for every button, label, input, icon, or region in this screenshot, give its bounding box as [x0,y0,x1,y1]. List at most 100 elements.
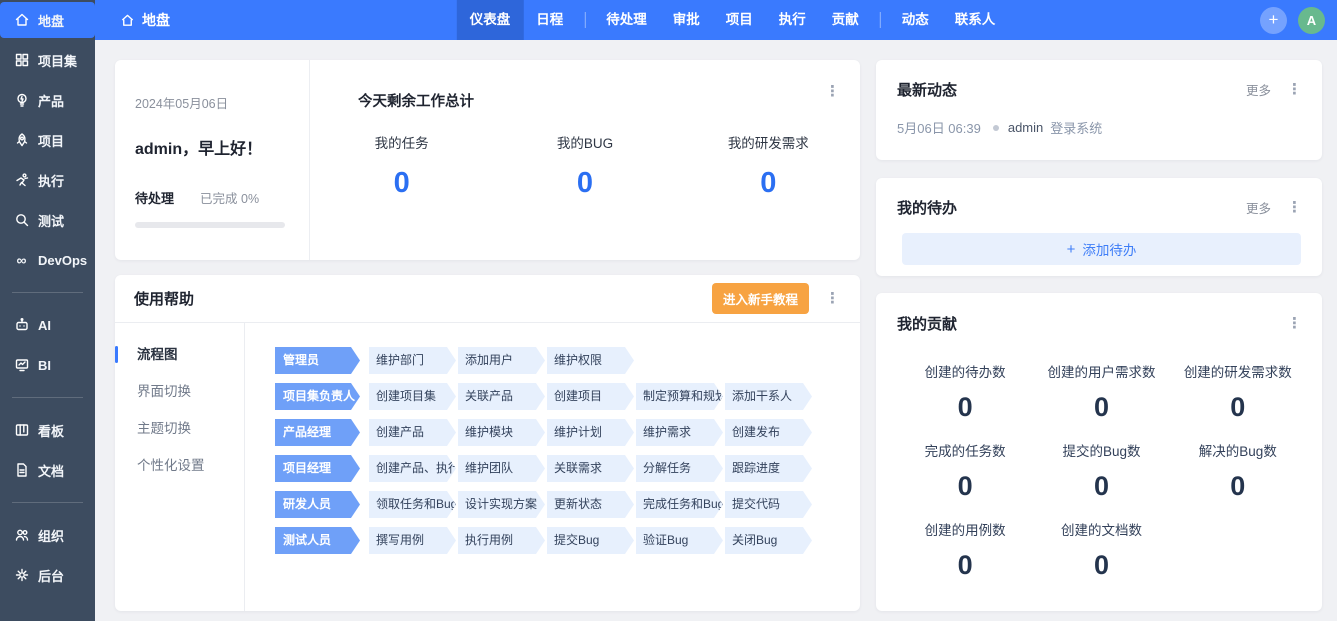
flow-step[interactable]: 更新状态 [547,491,634,518]
flow-step[interactable]: 提交代码 [725,491,812,518]
tab-dashboard[interactable]: 仪表盘 [457,0,524,40]
contrib-stat-empty [1170,519,1306,581]
sidebar-item-org[interactable]: 组织 [0,517,95,553]
tab-contribute[interactable]: 贡献 [819,0,872,40]
create-button[interactable]: + [1260,7,1287,34]
sidebar-item-kanban[interactable]: 看板 [0,412,95,448]
sidebar-item-label: 文档 [38,461,64,480]
flow-step[interactable]: 添加干系人 [725,383,812,410]
plus-icon: + [1067,241,1076,258]
contrib-value: 0 [897,392,1033,423]
sidebar-item-project[interactable]: 项目 [0,122,95,158]
flow-step[interactable]: 完成任务和Bug [636,491,723,518]
flow-role[interactable]: 项目集负责人 [275,383,360,410]
users-icon [13,527,30,544]
flow-role[interactable]: 管理员 [275,347,360,374]
add-todo-button[interactable]: + 添加待办 [902,233,1301,265]
sidebar-item-qa[interactable]: 测试 [0,202,95,238]
kebab-menu-icon[interactable]: ⋮ [1283,314,1306,333]
contrib-label: 创建的文档数 [1033,519,1169,539]
todo-title: 我的待办 [897,197,957,218]
breadcrumb[interactable]: 地盘 [120,10,170,30]
tab-execution[interactable]: 执行 [766,0,819,40]
nav-divider [584,12,585,28]
sidebar-item-admin[interactable]: 后台 [0,557,95,593]
stat-label: 我的BUG [493,132,676,152]
sidebar-divider [12,292,83,293]
sidebar-item-devops[interactable]: ∞ DevOps [0,242,95,278]
infinity-icon: ∞ [13,252,30,269]
flow-step[interactable]: 维护需求 [636,419,723,446]
sidebar-item-execution[interactable]: 执行 [0,162,95,198]
flow-step[interactable]: 创建项目集 [369,383,456,410]
flow-step[interactable]: 创建项目 [547,383,634,410]
flow-step[interactable]: 维护计划 [547,419,634,446]
kebab-menu-icon[interactable]: ⋮ [1283,80,1306,99]
flow-step[interactable]: 跟踪进度 [725,455,812,482]
work-summary-panel: 今天剩余工作总计 我的任务 0 我的BUG 0 我的研发需求 0 [310,60,860,260]
flow-step[interactable]: 领取任务和Bug [369,491,456,518]
kebab-menu-icon[interactable]: ⋮ [1283,198,1306,217]
tab-ui-switch[interactable]: 界面切换 [115,373,244,410]
flow-role[interactable]: 研发人员 [275,491,360,518]
overview-card: ⋮ 2024年05月06日 admin，早上好！ 待处理 已完成 0% 今天剩余… [115,60,860,260]
more-link[interactable]: 更多 [1246,80,1271,99]
tab-personalize[interactable]: 个性化设置 [115,447,244,484]
flow-step[interactable]: 关联产品 [458,383,545,410]
avatar[interactable]: A [1298,7,1325,34]
tab-todo[interactable]: 待处理 [593,0,660,40]
tutorial-button[interactable]: 进入新手教程 [712,283,809,314]
more-link[interactable]: 更多 [1246,198,1271,217]
stat-value[interactable]: 0 [310,167,493,200]
flow-step[interactable]: 提交Bug [547,527,634,554]
flow-step[interactable]: 撰写用例 [369,527,456,554]
flow-role[interactable]: 测试人员 [275,527,360,554]
flow-step[interactable]: 维护团队 [458,455,545,482]
breadcrumb-label: 地盘 [142,10,170,30]
sidebar-item-dashboard[interactable]: 地盘 [0,2,95,38]
flow-step[interactable]: 创建产品 [369,419,456,446]
contrib-value: 0 [897,550,1033,581]
sidebar-item-product[interactable]: 产品 [0,82,95,118]
kebab-menu-icon[interactable]: ⋮ [821,82,844,101]
flow-step[interactable]: 制定预算和规划 [636,383,723,410]
flow-step[interactable]: 分解任务 [636,455,723,482]
sidebar-item-label: 项目 [38,131,64,150]
tab-project[interactable]: 项目 [713,0,766,40]
stat-value[interactable]: 0 [677,167,860,200]
flow-step[interactable]: 添加用户 [458,347,545,374]
tab-review[interactable]: 审批 [660,0,713,40]
tab-dynamic[interactable]: 动态 [889,0,942,40]
flow-step[interactable]: 执行用例 [458,527,545,554]
sidebar-item-ai[interactable]: AI [0,307,95,343]
tab-calendar[interactable]: 日程 [523,0,576,40]
flow-step[interactable]: 关联需求 [547,455,634,482]
flow-step[interactable]: 创建发布 [725,419,812,446]
tab-theme-switch[interactable]: 主题切换 [115,410,244,447]
runner-icon [13,172,30,189]
sidebar-item-doc[interactable]: 文档 [0,452,95,488]
tab-flowchart[interactable]: 流程图 [115,336,244,373]
sidebar-item-bi[interactable]: BI [0,347,95,383]
flow-step[interactable]: 验证Bug [636,527,723,554]
stat-value[interactable]: 0 [493,167,676,200]
flow-step[interactable]: 维护部门 [369,347,456,374]
flow-step[interactable]: 设计实现方案 [458,491,545,518]
flow-step[interactable]: 维护权限 [547,347,634,374]
flow-step[interactable]: 创建产品、执行 [369,455,456,482]
flow-role[interactable]: 项目经理 [275,455,360,482]
tab-contacts[interactable]: 联系人 [942,0,1009,40]
flow-step[interactable]: 关闭Bug [725,527,812,554]
contrib-label: 完成的任务数 [897,440,1033,460]
activity-user[interactable]: admin [1008,120,1043,135]
flow-role[interactable]: 产品经理 [275,419,360,446]
top-nav: 仪表盘 日程 待处理 审批 项目 执行 贡献 动态 联系人 [457,0,1009,40]
grid-icon [13,52,30,69]
robot-icon [13,317,30,334]
help-title: 使用帮助 [134,288,194,309]
contrib-label: 提交的Bug数 [1033,440,1169,460]
sidebar-item-label: 后台 [38,566,64,585]
kebab-menu-icon[interactable]: ⋮ [821,289,844,308]
sidebar-item-program[interactable]: 项目集 [0,42,95,78]
flow-step[interactable]: 维护模块 [458,419,545,446]
